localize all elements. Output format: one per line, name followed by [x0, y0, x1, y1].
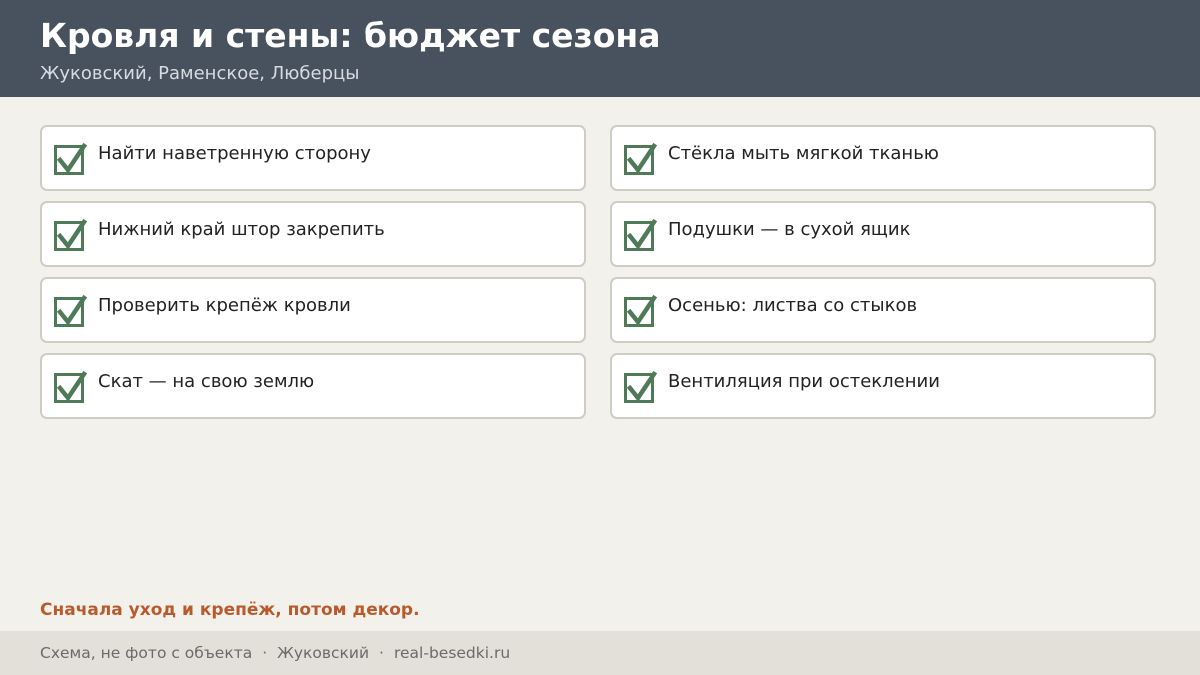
footer-disclaimer: Схема, не фото с объекта	[40, 644, 253, 662]
footer-site-link[interactable]: real-besedki.ru	[394, 644, 510, 662]
checklist: Найти наветренную сторону Стёкла мыть мя…	[40, 125, 1156, 419]
checkbox-checked-icon[interactable]	[54, 142, 88, 175]
checklist-item-label: Вентиляция при остеклении	[668, 371, 940, 392]
page-footer: Схема, не фото с объекта · Жуковский · r…	[0, 631, 1200, 675]
page-title: Кровля и стены: бюджет сезона	[40, 16, 661, 55]
checklist-item-label: Стёкла мыть мягкой тканью	[668, 143, 939, 164]
checkbox-checked-icon[interactable]	[624, 294, 658, 327]
footer-separator: ·	[379, 644, 384, 662]
checklist-item[interactable]: Вентиляция при остеклении	[610, 353, 1156, 419]
checklist-item[interactable]: Стёкла мыть мягкой тканью	[610, 125, 1156, 191]
checklist-item[interactable]: Найти наветренную сторону	[40, 125, 586, 191]
checklist-item-label: Найти наветренную сторону	[98, 143, 371, 164]
checkbox-checked-icon[interactable]	[54, 370, 88, 403]
checklist-item[interactable]: Нижний край штор закрепить	[40, 201, 586, 267]
footer-separator: ·	[262, 644, 268, 662]
priority-note: Сначала уход и крепёж, потом декор.	[40, 600, 420, 620]
checklist-item-label: Подушки — в сухой ящик	[668, 219, 911, 240]
page-subtitle: Жуковский, Раменское, Люберцы	[40, 63, 360, 84]
checkbox-checked-icon[interactable]	[54, 218, 88, 251]
checkbox-checked-icon[interactable]	[624, 142, 658, 175]
checklist-item-label: Скат — на свою землю	[98, 371, 315, 392]
checklist-item-label: Проверить крепёж кровли	[98, 295, 351, 316]
checklist-item[interactable]: Подушки — в сухой ящик	[610, 201, 1156, 267]
checklist-item-label: Нижний край штор закрепить	[98, 219, 385, 240]
page-header: Кровля и стены: бюджет сезона Жуковский,…	[0, 0, 1200, 97]
checkbox-checked-icon[interactable]	[624, 218, 658, 251]
checklist-item-label: Осенью: листва со стыков	[668, 295, 918, 316]
checklist-item[interactable]: Проверить крепёж кровли	[40, 277, 586, 343]
checklist-item[interactable]: Скат — на свою землю	[40, 353, 586, 419]
footer-city: Жуковский	[277, 644, 370, 662]
checkbox-checked-icon[interactable]	[54, 294, 88, 327]
checkbox-checked-icon[interactable]	[624, 370, 658, 403]
checklist-item[interactable]: Осенью: листва со стыков	[610, 277, 1156, 343]
